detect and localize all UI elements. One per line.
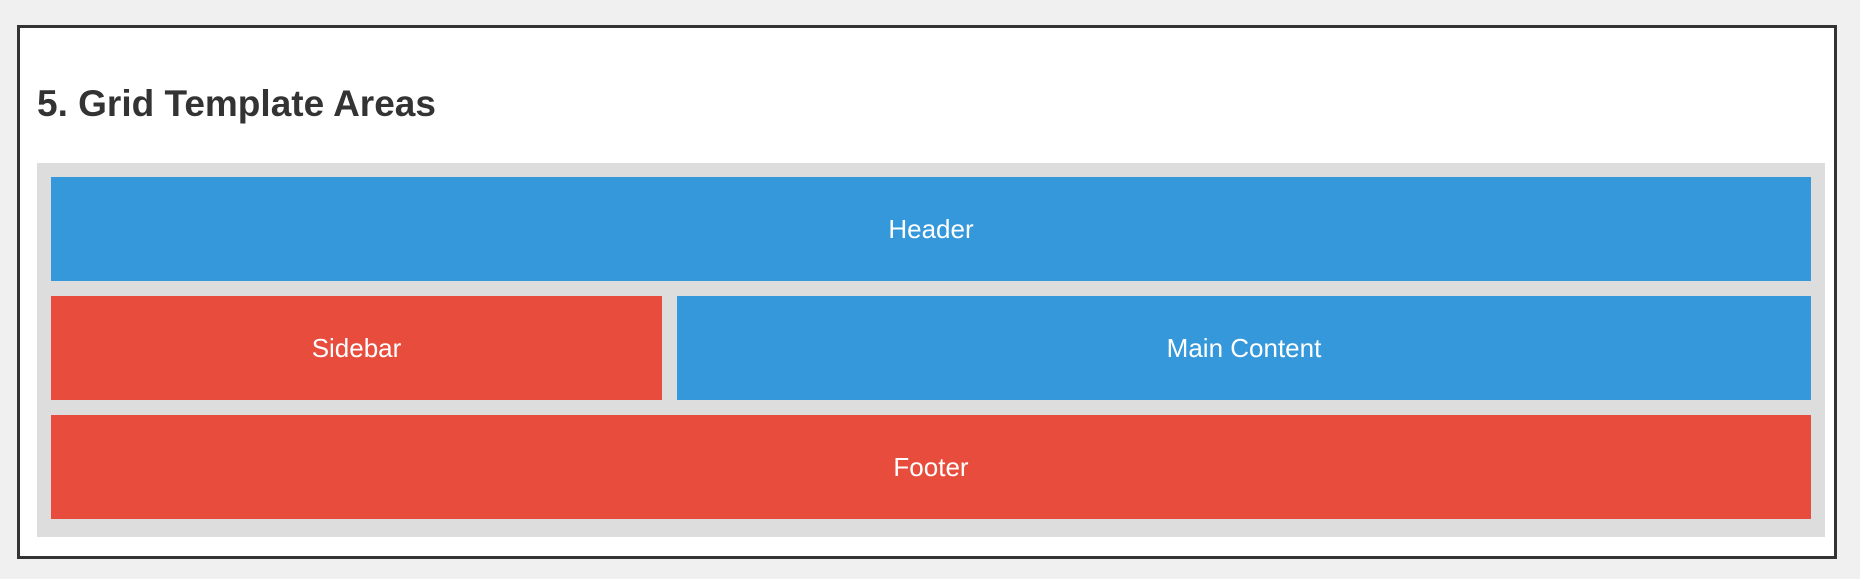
- demo-panel: 5. Grid Template Areas Header Sidebar Ma…: [17, 25, 1837, 559]
- grid-container: Header Sidebar Main Content Footer: [37, 163, 1825, 537]
- section-title: 5. Grid Template Areas: [37, 83, 436, 124]
- grid-area-sidebar: Sidebar: [51, 296, 662, 400]
- grid-area-main-content: Main Content: [677, 296, 1811, 400]
- grid-area-header: Header: [51, 177, 1811, 281]
- grid-area-footer: Footer: [51, 415, 1811, 519]
